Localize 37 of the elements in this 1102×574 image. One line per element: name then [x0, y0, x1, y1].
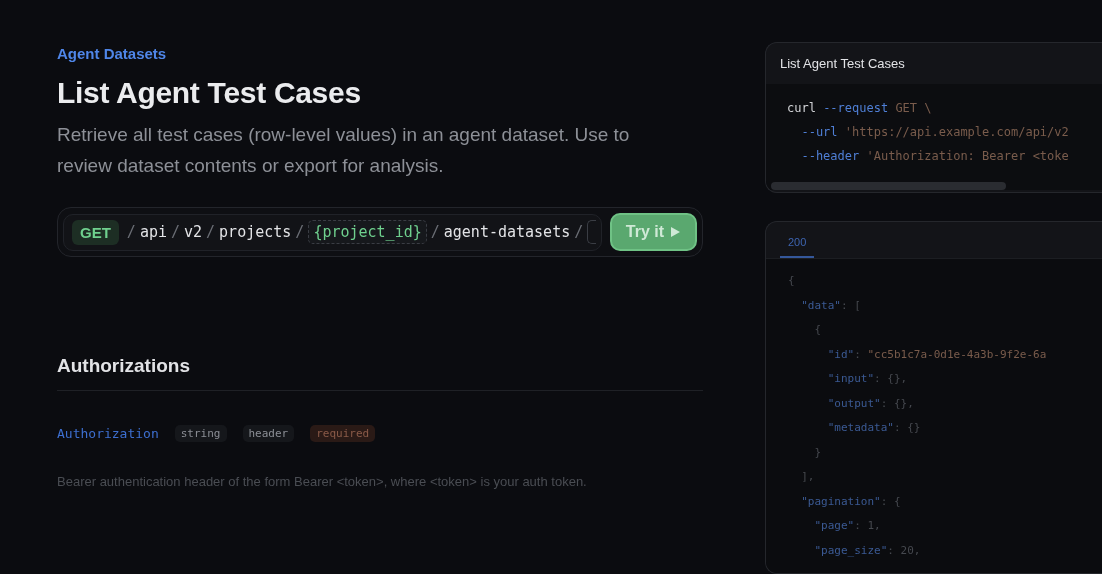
path-text: agent-datasets [443, 223, 571, 241]
code-line: curl --request GET \ [787, 100, 933, 117]
code-line: { [813, 322, 823, 338]
path-separator: / [574, 223, 584, 241]
path-separator: / [206, 223, 216, 241]
code-line: { [788, 273, 796, 289]
location-tag: header [242, 425, 295, 442]
type-tag: string [174, 425, 227, 442]
path-text: api [139, 223, 167, 241]
code-line: "page": 1, [813, 518, 882, 534]
page-title: List Agent Test Cases [57, 76, 362, 110]
path-text: projects [219, 223, 292, 241]
path-separator: / [295, 223, 305, 241]
code-line: "input": {}, [826, 371, 909, 387]
card-title: List Agent Test Cases [779, 55, 906, 73]
required-tag: required [310, 425, 376, 442]
code-line: "id": "cc5b1c7a-0d1e-4a3b-9f2e-6a [826, 346, 1048, 363]
code-line: "pagination": { [800, 493, 902, 510]
method-badge: GET [72, 219, 119, 245]
breadcrumb[interactable]: Agent Datasets [57, 45, 703, 62]
code-line: --url 'https://api.example.com/api/v2 [800, 124, 1070, 141]
parameter-name: Authorization [57, 426, 159, 441]
page-description: Retrieve all test cases (row-level values) in an agent dataset. Use to review dataset contents or export for analysis. [57, 123, 631, 178]
code-line: "output": {}, [826, 395, 915, 412]
path-separator: / [126, 223, 136, 241]
code-line: "metadata": {} [826, 420, 922, 436]
path-separator: / [170, 223, 180, 241]
path-text: v2 [184, 223, 203, 241]
code-line: "page_size": 20, [813, 542, 922, 559]
section-heading: Authorizations [57, 355, 703, 391]
parameter-description: Bearer authentication header of the form Bearer <token>, where <token> is your auth token. [57, 473, 588, 491]
code-line: ], [800, 469, 816, 485]
code-line: --header 'Authorization: Bearer <toke [800, 148, 1070, 165]
path-separator: / [430, 223, 440, 241]
code-line: } [813, 444, 823, 461]
code-line: "data": [ [800, 297, 862, 314]
path-parameter[interactable]: {project_id} [308, 220, 427, 244]
